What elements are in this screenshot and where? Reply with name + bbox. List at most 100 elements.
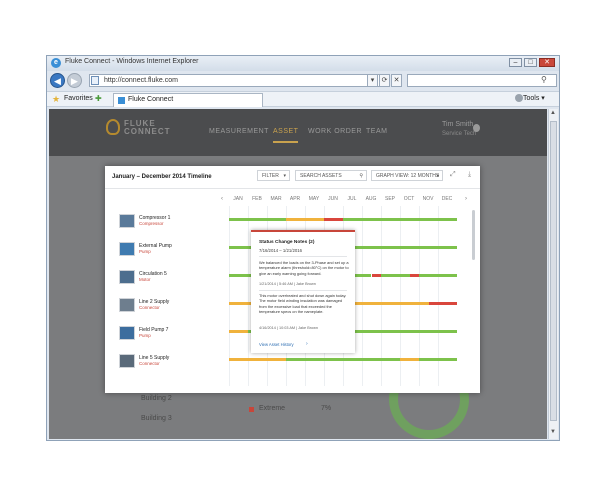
chevron-right-icon[interactable]: › <box>306 341 308 347</box>
status-bar-red[interactable] <box>409 274 419 277</box>
month-label: FEB <box>252 196 262 202</box>
tools-icon[interactable] <box>515 94 523 102</box>
status-bar-green[interactable] <box>229 218 286 221</box>
popup-note-meta: 4/16/2014 | 10:03 AM | Jake Brown <box>259 326 318 330</box>
status-notes-popup: Status Change Notes (2) 7/16/2014 – 1/21… <box>251 230 355 353</box>
nav-work-order[interactable]: WORK ORDER <box>308 128 362 135</box>
asset-thumbnail <box>119 354 135 368</box>
status-bar-yellow[interactable] <box>400 358 419 361</box>
asset-type: Compressor <box>139 221 164 226</box>
user-icon[interactable] <box>473 124 480 132</box>
building-item[interactable]: Building 2 <box>141 395 172 402</box>
month-label: APR <box>289 196 301 202</box>
app-logo-text: FLUKE CONNECT <box>124 119 171 136</box>
stop-button[interactable]: ✕ <box>391 74 402 87</box>
fluke-logo-icon <box>106 119 120 135</box>
status-bar-green[interactable] <box>343 218 457 221</box>
popup-note-meta: 1/21/2014 | 5:46 AM | Jake Brown <box>259 282 316 286</box>
forward-button[interactable]: ▶ <box>67 73 82 88</box>
legend-value: 7% <box>321 405 332 412</box>
maximize-button[interactable]: □ <box>524 58 537 67</box>
status-bar-red[interactable] <box>324 218 343 221</box>
month-label: MAY <box>308 196 320 202</box>
month-label: MAR <box>270 196 282 202</box>
filter-dropdown[interactable]: FILTER ▾ <box>257 170 290 181</box>
next-month-arrow[interactable]: › <box>465 196 467 202</box>
nav-measurement[interactable]: MEASUREMENT <box>209 128 269 135</box>
building-item[interactable]: Building 3 <box>141 415 172 422</box>
month-label: AUG <box>365 196 377 202</box>
modal-divider <box>105 188 480 189</box>
address-dropdown-button[interactable]: ▾ <box>367 74 378 87</box>
page-content: FLUKE CONNECT MEASUREMENT ASSET WORK ORD… <box>49 109 547 439</box>
page-scrollbar[interactable]: ▲ ▼ <box>548 109 558 439</box>
status-bar-green[interactable] <box>286 358 400 361</box>
status-bar-red[interactable] <box>428 302 457 305</box>
tools-menu[interactable]: Tools ▾ <box>523 94 545 102</box>
status-bar-yellow[interactable] <box>286 218 324 221</box>
status-bar-yellow[interactable] <box>229 330 248 333</box>
favorites-button[interactable]: Favorites <box>64 95 93 102</box>
star-icon[interactable]: ★ <box>52 94 60 105</box>
user-name: Tim Smith <box>442 121 474 128</box>
browser-window: e Fluke Connect - Windows Internet Explo… <box>46 55 560 441</box>
tab-fluke-connect[interactable]: Fluke Connect <box>113 93 263 107</box>
popup-dates: 7/16/2014 – 1/21/2016 <box>259 248 303 253</box>
user-role: Service Tech <box>442 131 477 137</box>
minimize-button[interactable]: – <box>509 58 522 67</box>
prev-month-arrow[interactable]: ‹ <box>221 196 223 202</box>
address-row: ◀ ▶ http://connect.fluke.com ▾ ⟳ ✕ ⚲ <box>47 71 559 91</box>
search-icon[interactable]: ⚲ <box>541 75 547 84</box>
asset-thumbnail <box>119 270 135 284</box>
browser-search-input[interactable] <box>407 74 557 87</box>
search-assets-placeholder: SEARCH ASSETS <box>300 173 342 179</box>
asset-type: Pump <box>139 333 151 338</box>
scroll-down-icon[interactable]: ▼ <box>550 429 556 435</box>
scroll-thumb[interactable] <box>550 121 557 421</box>
month-label: DEC <box>441 196 453 202</box>
graph-view-dropdown[interactable]: GRAPH VIEW: 12 MONTHS ▾ <box>371 170 443 181</box>
graph-view-label: GRAPH VIEW: 12 MONTHS <box>376 173 440 179</box>
status-bar-red[interactable] <box>371 274 381 277</box>
expand-icon[interactable]: ⤢ <box>450 171 456 179</box>
popup-divider <box>259 256 347 257</box>
month-label: JUL <box>347 196 357 202</box>
address-bar[interactable]: http://connect.fluke.com <box>89 74 389 87</box>
chevron-down-icon: ▾ <box>436 173 439 179</box>
close-button[interactable]: ✕ <box>539 58 555 67</box>
popup-note: This motor overheated and shut down agai… <box>259 293 347 315</box>
back-icon: ◀ <box>54 76 61 86</box>
status-bar-yellow[interactable] <box>343 302 429 305</box>
search-icon: ⚲ <box>359 173 363 179</box>
timeline-modal: January – December 2014 Timeline FILTER ▾… <box>105 166 480 393</box>
add-favorite-icon[interactable]: ✚ <box>95 94 102 103</box>
scroll-up-icon[interactable]: ▲ <box>550 110 556 116</box>
modal-title: January – December 2014 Timeline <box>112 174 212 180</box>
asset-thumbnail <box>119 214 135 228</box>
ie-logo-icon: e <box>51 58 61 68</box>
month-label: NOV <box>422 196 434 202</box>
legend-label: Extreme <box>259 405 286 412</box>
status-bar-green[interactable] <box>381 274 410 277</box>
page-icon <box>91 76 99 85</box>
chevron-down-icon: ▾ <box>283 173 286 179</box>
status-bar-yellow[interactable] <box>229 358 286 361</box>
legend-swatch <box>249 407 254 412</box>
search-assets-input[interactable]: SEARCH ASSETS ⚲ <box>295 170 367 181</box>
tab-label: Fluke Connect <box>128 96 174 103</box>
address-text: http://connect.fluke.com <box>104 77 178 84</box>
status-bar-green[interactable] <box>419 274 457 277</box>
status-bar-green[interactable] <box>419 358 457 361</box>
asset-row[interactable]: Line 5 Supply Connector <box>110 354 457 376</box>
modal-scrollbar[interactable] <box>472 210 475 260</box>
back-button[interactable]: ◀ <box>50 73 65 88</box>
filter-label: FILTER <box>262 173 279 179</box>
refresh-button[interactable]: ⟳ <box>379 74 390 87</box>
asset-type: Connector <box>139 305 160 310</box>
download-icon[interactable]: ⤓ <box>468 171 471 179</box>
nav-team[interactable]: TEAM <box>366 128 387 135</box>
nav-asset[interactable]: ASSET <box>273 128 299 143</box>
view-asset-history-link[interactable]: View Asset History <box>259 342 294 347</box>
favorites-bar: ★ Favorites ✚ Fluke Connect Tools ▾ <box>47 91 559 107</box>
window-title: Fluke Connect - Windows Internet Explore… <box>65 58 199 65</box>
